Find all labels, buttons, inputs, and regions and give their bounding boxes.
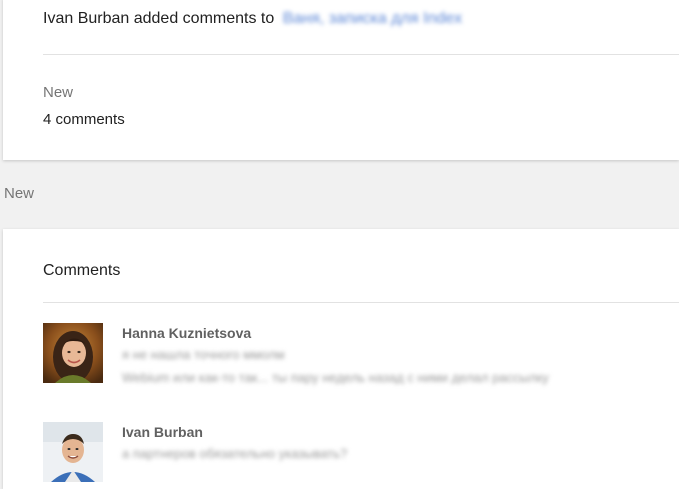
comment-text: а партнеров обязательно указывать? [122, 446, 348, 461]
comment-text: я не нашла точного ммолм [122, 347, 285, 362]
activity-card: Ivan Burban added comments to Ваня, запи… [3, 0, 679, 160]
comment-text: Webium или как-то так... ты пару недель … [122, 370, 549, 385]
user-avatar-photo-icon [43, 422, 103, 482]
comments-divider [43, 302, 679, 303]
user-avatar-photo-icon [43, 323, 103, 383]
activity-action: added comments to [133, 10, 275, 27]
avatar[interactable] [43, 323, 103, 383]
section-label: New [4, 185, 35, 202]
activity-actor: Ivan Burban [43, 10, 130, 27]
activity-status: New [43, 84, 74, 101]
avatar[interactable] [43, 422, 103, 482]
comments-heading: Comments [43, 262, 121, 279]
activity-summary: Ivan Burban added comments to Ваня, запи… [43, 10, 462, 28]
activity-target-link[interactable]: Ваня, записка для Index [283, 10, 462, 27]
comments-card: Comments Hanna Kuznietsova я не нашла то… [3, 229, 679, 489]
card-divider [43, 54, 679, 55]
comments-count[interactable]: 4 comments [43, 111, 125, 128]
comment-author[interactable]: Hanna Kuznietsova [122, 325, 251, 341]
comment-author[interactable]: Ivan Burban [122, 424, 203, 440]
